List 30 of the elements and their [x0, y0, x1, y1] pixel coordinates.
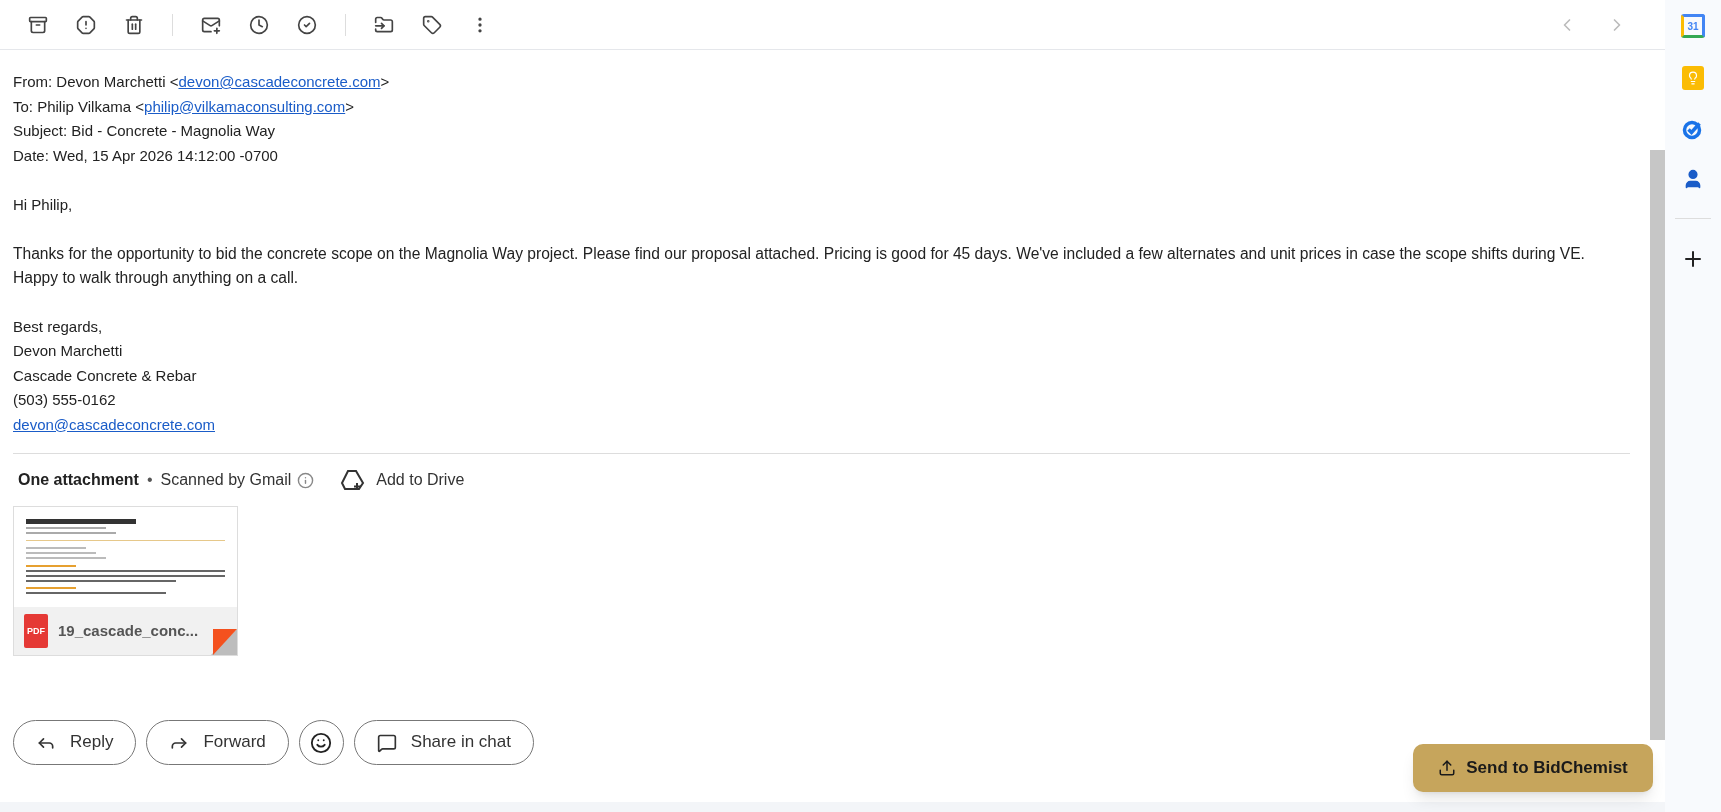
- scanned-label: Scanned by Gmail: [160, 469, 292, 490]
- attachment-card[interactable]: PDF 19_cascade_conc...: [13, 506, 238, 656]
- calendar-icon[interactable]: 31: [1681, 14, 1705, 38]
- separator-dot: •: [146, 469, 153, 490]
- signature-line: Devon Marchetti: [13, 341, 124, 361]
- attachment-count: One attachment: [18, 469, 139, 490]
- scrollbar-thumb[interactable]: [1650, 150, 1665, 740]
- file-name: 19_cascade_conc...: [58, 620, 199, 641]
- upload-icon: [1438, 759, 1457, 777]
- file-type-badge: PDF: [24, 613, 48, 649]
- email-link[interactable]: philip@vilkamaconsulting.com: [144, 97, 346, 115]
- info-icon[interactable]: [297, 471, 315, 489]
- greeting-text: Hi Philip,: [13, 195, 74, 215]
- signature-line: (503) 555-0162: [13, 390, 117, 410]
- checkmark-icon[interactable]: [1682, 118, 1704, 140]
- smiley-icon: [310, 731, 333, 754]
- drive-plus-icon: [340, 469, 367, 491]
- email-link[interactable]: devon@cascadeconcrete.com: [13, 415, 215, 433]
- message-paragraph: Thanks for the opportunity to bid the concrete scope on the Magnolia Way project. Please find our proposal attached. Pricing is good for 45 days. We've included a few alternates and unit prices in case the scope shifts during VE. Happy to walk through anything on a call.: [13, 243, 1586, 288]
- email-header-line: Date: Wed, 15 Apr 2026 14:12:00 -0700: [13, 145, 279, 166]
- signature-line: Cascade Concrete & Rebar: [13, 365, 198, 386]
- page-corner-icon: [211, 629, 237, 655]
- send-to-bidchemist-button[interactable]: Send to BidChemist: [1413, 744, 1653, 792]
- add-to-drive-button[interactable]: Add to Drive: [340, 467, 465, 493]
- email-link[interactable]: devon@cascadeconcrete.com: [178, 73, 381, 90]
- signature-line: Best regards,: [13, 316, 104, 337]
- email-header-line: Subject: Bid - Concrete - Magnolia Way: [13, 121, 277, 141]
- email-header-line: To: Philip Vilkama <philip@vilkamaconsulting.com>: [13, 96, 355, 117]
- chat-icon: [376, 732, 397, 753]
- email-header-line: From: Devon Marchetti <devon@cascadeconcrete.com>: [13, 72, 391, 92]
